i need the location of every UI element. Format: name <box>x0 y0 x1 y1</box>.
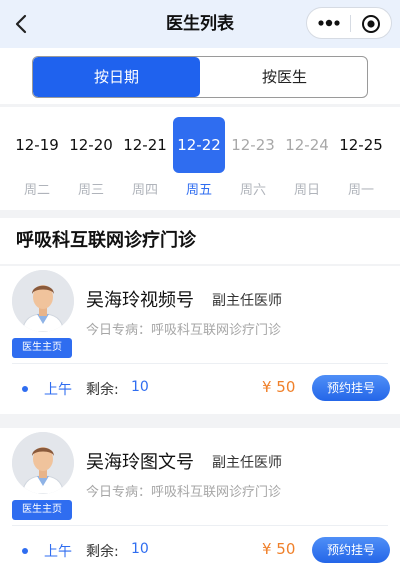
weekday-label: 周日 <box>293 183 320 198</box>
remaining-label: 剩余: <box>86 544 119 560</box>
date-label: 12-21 <box>123 136 167 154</box>
slot-time: 上午 <box>44 544 72 560</box>
view-toggle: 按日期 按医生 <box>32 56 368 98</box>
date-item-selected[interactable]: 12-22 周五 <box>172 117 226 205</box>
doctor-name[interactable]: 吴海玲视频号 <box>86 286 194 312</box>
price: ¥ 50 <box>262 540 296 558</box>
doctor-card: 医生主页 吴海玲图文号 副主任医师 今日专病：呼吸科互联网诊疗门诊 上午 剩余:… <box>0 428 400 572</box>
doctor-title: 副主任医师 <box>212 455 282 471</box>
weekday-label: 周二 <box>23 183 50 198</box>
weekday-label: 周三 <box>77 183 104 198</box>
date-label: 12-22 <box>173 117 225 173</box>
card-divider <box>12 363 388 364</box>
doctor-name[interactable]: 吴海玲图文号 <box>86 448 194 474</box>
doctor-home-button[interactable]: 医生主页 <box>12 500 72 520</box>
date-selector: 12-19 周二 12-20 周三 12-21 周四 12-22 周五 12-2… <box>0 104 400 210</box>
slot-dot-icon <box>22 386 28 392</box>
remaining-label: 剩余: <box>86 382 119 398</box>
doctor-home-button[interactable]: 医生主页 <box>12 338 72 358</box>
weekday-label: 周一 <box>347 183 374 198</box>
doctor-title: 副主任医师 <box>212 293 282 309</box>
date-item-disabled: 12-23 周六 <box>226 117 280 205</box>
more-dots-icon[interactable] <box>317 17 341 29</box>
date-item[interactable]: 12-19 周二 <box>10 117 64 205</box>
price: ¥ 50 <box>262 378 296 396</box>
date-label: 12-25 <box>339 136 383 154</box>
date-label: 12-20 <box>69 136 113 154</box>
date-label: 12-19 <box>15 136 59 154</box>
capsule-divider <box>350 15 351 32</box>
doctor-avatar[interactable] <box>12 432 74 494</box>
mini-program-capsule <box>306 7 392 39</box>
date-label: 12-23 <box>231 136 275 154</box>
target-close-icon[interactable] <box>361 14 381 34</box>
doctor-specialty: 今日专病：呼吸科互联网诊疗门诊 <box>86 485 282 500</box>
date-item-disabled: 12-24 周日 <box>280 117 334 205</box>
view-toggle-area: 按日期 按医生 <box>0 48 400 104</box>
doctor-avatar[interactable] <box>12 270 74 332</box>
date-item[interactable]: 12-25 周一 <box>334 117 388 205</box>
date-item[interactable]: 12-21 周四 <box>118 117 172 205</box>
toggle-by-doctor[interactable]: 按医生 <box>201 57 367 97</box>
book-appointment-button[interactable]: 预约挂号 <box>312 537 390 563</box>
remaining-count: 10 <box>131 541 149 557</box>
doctor-specialty: 今日专病：呼吸科互联网诊疗门诊 <box>86 323 282 338</box>
remaining-count: 10 <box>131 379 149 395</box>
slot-dot-icon <box>22 548 28 554</box>
book-appointment-button[interactable]: 预约挂号 <box>312 375 390 401</box>
card-divider <box>12 525 388 526</box>
weekday-label: 周五 <box>185 183 212 198</box>
date-item[interactable]: 12-20 周三 <box>64 117 118 205</box>
toggle-by-date[interactable]: 按日期 <box>33 57 200 97</box>
department-title: 呼吸科互联网诊疗门诊 <box>0 218 400 264</box>
weekday-label: 周四 <box>131 183 158 198</box>
date-label: 12-24 <box>285 136 329 154</box>
weekday-label: 周六 <box>239 183 266 198</box>
navigation-bar: 医生列表 <box>0 0 400 48</box>
doctor-card: 医生主页 吴海玲视频号 副主任医师 今日专病：呼吸科互联网诊疗门诊 上午 剩余:… <box>0 266 400 414</box>
slot-time: 上午 <box>44 382 72 398</box>
